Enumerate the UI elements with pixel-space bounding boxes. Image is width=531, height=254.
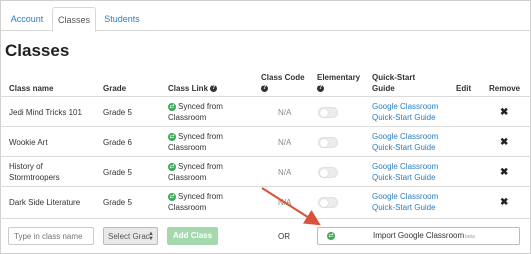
row-1-elementary-toggle[interactable]	[318, 107, 338, 118]
guide-link-line2[interactable]: Quick-Start Guide	[372, 112, 438, 123]
row-2-quick-start-guide[interactable]: Google Classroom Quick-Start Guide	[372, 131, 438, 153]
row-3-class-name: History of Stormtroopers	[9, 161, 60, 183]
or-separator: OR	[278, 232, 290, 241]
row-divider	[0, 156, 531, 157]
guide-link-line1[interactable]: Google Classroom	[372, 191, 438, 202]
synced-label: Synced from	[178, 102, 223, 111]
google-classroom-icon: ⇄	[168, 102, 176, 111]
row-4-class-link: ⇄ Synced from Classroom	[168, 191, 223, 213]
row-2-class-code: N/A	[278, 138, 292, 147]
class-name-line2: Stormtroopers	[9, 173, 60, 182]
google-classroom-icon: ⇄	[327, 232, 335, 240]
header-quick-start-line1: Quick-Start	[372, 73, 416, 82]
remove-x-icon[interactable]: ✖	[500, 137, 508, 148]
header-class-name: Class name	[9, 84, 54, 93]
row-4-elementary-toggle[interactable]	[318, 197, 338, 208]
page-title: Classes	[5, 41, 70, 60]
row-4-class-name: Dark Side Literature	[9, 197, 80, 208]
class-name-line: Dark Side Literature	[9, 198, 81, 207]
row-2-elementary-toggle[interactable]	[318, 137, 338, 148]
google-classroom-icon: ⇄	[168, 132, 176, 141]
grade-select-value: Select Grac	[108, 232, 150, 241]
header-divider	[0, 96, 531, 97]
beta-badge: beta	[465, 234, 475, 240]
class-name-line: Jedi Mind Tricks 101	[9, 108, 82, 117]
class-name-line: History of	[9, 162, 43, 171]
row-1-class-link: ⇄ Synced from Classroom	[168, 101, 223, 123]
header-elementary: Elementary ?	[317, 72, 360, 94]
row-divider	[0, 126, 531, 127]
row-1-quick-start-guide[interactable]: Google Classroom Quick-Start Guide	[372, 101, 438, 123]
add-class-button[interactable]: Add Class	[167, 227, 218, 245]
grade-select[interactable]: Select Grac ▲ ▼	[103, 227, 158, 245]
header-class-code: Class Code ?	[261, 72, 305, 94]
synced-label: Synced from	[178, 132, 223, 141]
tab-account[interactable]: Account	[6, 7, 48, 32]
row-2-class-name: Wookie Art	[9, 137, 48, 148]
guide-link-line1[interactable]: Google Classroom	[372, 101, 438, 112]
header-grade: Grade	[103, 84, 127, 93]
tab-bar: Account Classes Students	[0, 0, 531, 32]
row-3-quick-start-guide[interactable]: Google Classroom Quick-Start Guide	[372, 161, 438, 183]
row-1-class-name: Jedi Mind Tricks 101	[9, 107, 82, 118]
guide-link-line2[interactable]: Quick-Start Guide	[372, 202, 438, 213]
row-3-elementary-toggle[interactable]	[318, 167, 338, 178]
row-3-grade: Grade 5	[103, 168, 132, 177]
remove-x-icon[interactable]: ✖	[500, 197, 508, 208]
header-class-link-label: Class Link	[168, 84, 209, 93]
row-divider	[0, 218, 531, 219]
import-button-label: Import Google Classroom	[373, 231, 465, 240]
class-name-line: Wookie Art	[9, 138, 48, 147]
header-remove: Remove	[489, 84, 521, 93]
tab-students[interactable]: Students	[100, 7, 144, 32]
row-1-class-code: N/A	[278, 108, 292, 117]
row-1-grade: Grade 5	[103, 108, 132, 117]
header-class-link: Class Link ?	[168, 83, 218, 94]
row-2-grade: Grade 6	[103, 138, 132, 147]
class-name-input[interactable]	[8, 227, 94, 245]
select-arrows-icon: ▲ ▼	[148, 231, 154, 242]
header-quick-start-line2: Guide	[372, 84, 395, 93]
tab-classes[interactable]: Classes	[52, 7, 96, 32]
settings-panel	[0, 0, 531, 254]
row-2-class-link: ⇄ Synced from Classroom	[168, 131, 223, 153]
google-classroom-icon: ⇄	[168, 162, 176, 171]
row-4-grade: Grade 5	[103, 198, 132, 207]
guide-link-line1[interactable]: Google Classroom	[372, 161, 438, 172]
synced-label-line2: Classroom	[168, 203, 207, 212]
guide-link-line2[interactable]: Quick-Start Guide	[372, 142, 438, 153]
help-circle-icon[interactable]: ?	[261, 85, 268, 93]
row-3-class-code: N/A	[278, 168, 292, 177]
synced-label-line2: Classroom	[168, 143, 207, 152]
guide-link-line2[interactable]: Quick-Start Guide	[372, 172, 438, 183]
help-circle-icon[interactable]: ?	[210, 85, 218, 93]
header-quick-start-guide: Quick-Start Guide	[372, 72, 415, 94]
synced-label-line2: Classroom	[168, 173, 207, 182]
remove-x-icon[interactable]: ✖	[500, 107, 508, 118]
google-classroom-icon: ⇄	[168, 192, 176, 201]
header-class-code-label: Class Code	[261, 73, 305, 82]
header-elementary-label: Elementary	[317, 73, 361, 82]
synced-label: Synced from	[178, 192, 223, 201]
row-4-class-code: N/A	[278, 198, 292, 207]
import-google-classroom-button[interactable]: ⇄ Import Google Classroom beta	[317, 227, 520, 245]
remove-x-icon[interactable]: ✖	[500, 167, 508, 178]
row-3-class-link: ⇄ Synced from Classroom	[168, 161, 223, 183]
help-circle-icon[interactable]: ?	[317, 85, 324, 93]
header-edit: Edit	[456, 84, 472, 93]
synced-label: Synced from	[178, 162, 223, 171]
guide-link-line1[interactable]: Google Classroom	[372, 131, 438, 142]
row-4-quick-start-guide[interactable]: Google Classroom Quick-Start Guide	[372, 191, 438, 213]
synced-label-line2: Classroom	[168, 113, 207, 122]
row-divider	[0, 186, 531, 187]
